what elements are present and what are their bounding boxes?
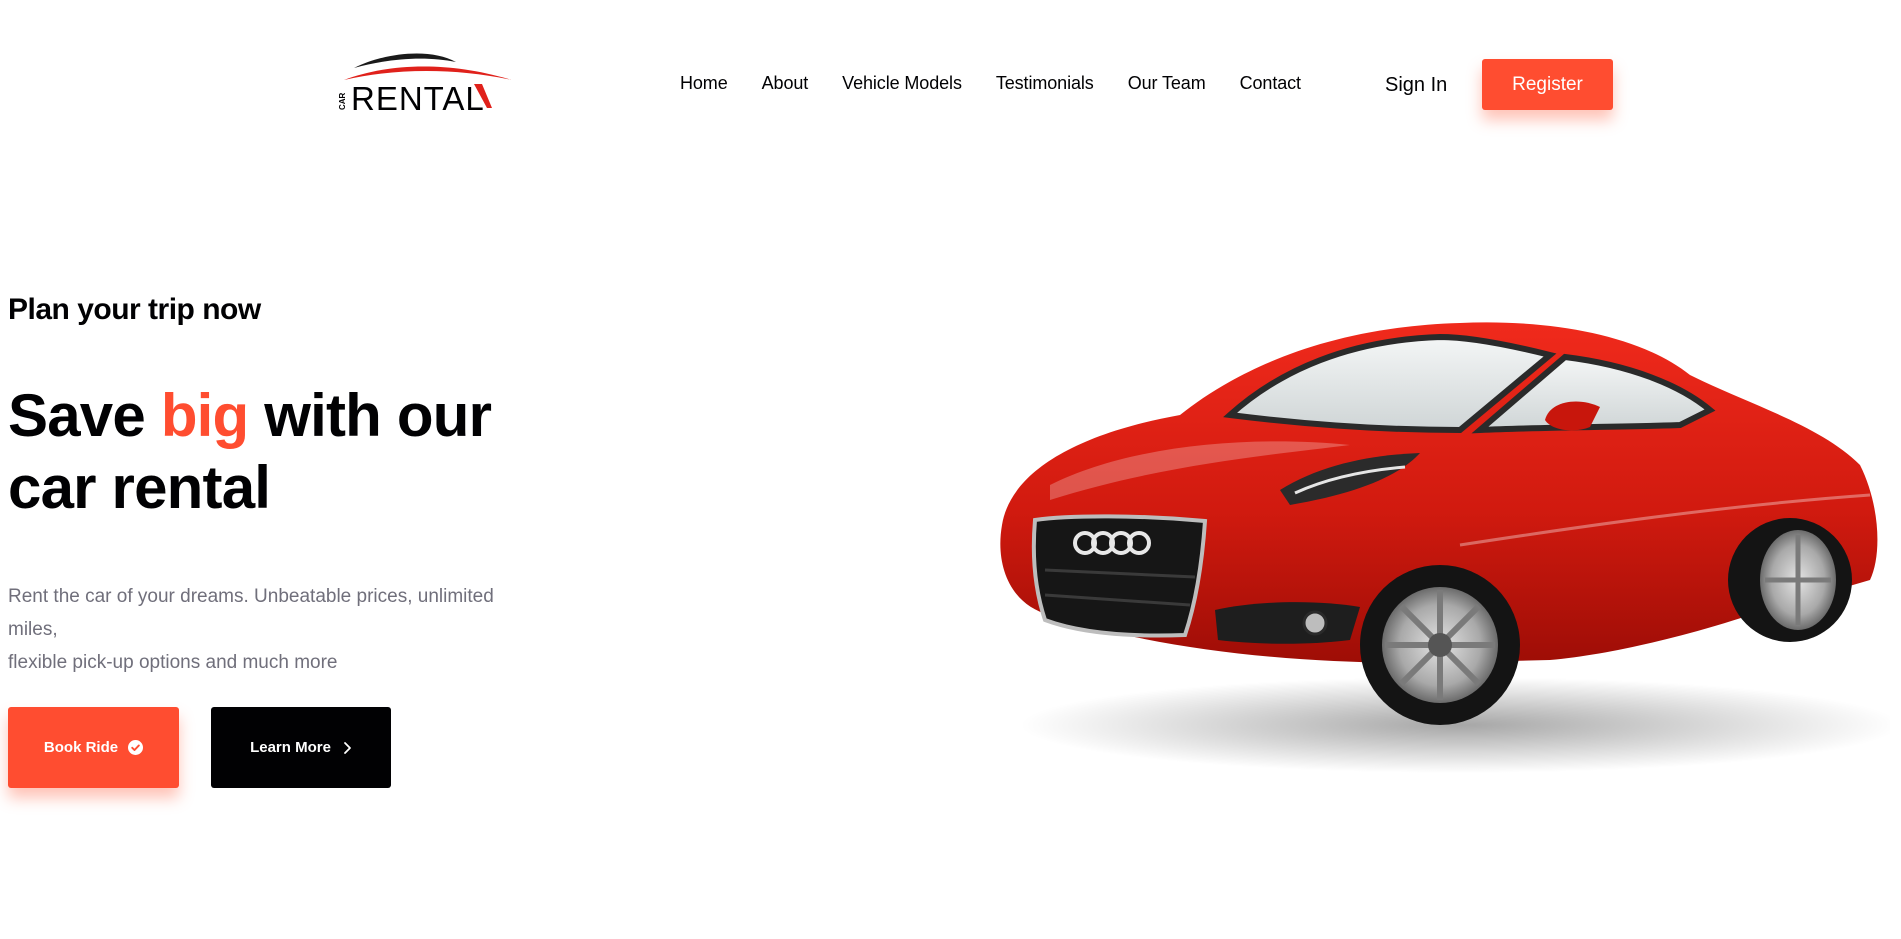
nav-item-about: About bbox=[762, 73, 809, 94]
nav-link-our-team[interactable]: Our Team bbox=[1128, 73, 1206, 93]
logo-main-text: RENTAL bbox=[351, 80, 485, 114]
learn-more-label: Learn More bbox=[250, 739, 331, 756]
car-rental-logo[interactable]: CAR RENTAL bbox=[336, 50, 516, 114]
logo-graphic: CAR RENTAL bbox=[338, 53, 512, 114]
hero-description: Rent the car of your dreams. Unbeatable … bbox=[8, 580, 548, 679]
learn-more-button[interactable]: Learn More bbox=[211, 707, 391, 788]
nav-item-contact: Contact bbox=[1240, 73, 1301, 94]
sign-in-link[interactable]: Sign In bbox=[1385, 74, 1447, 97]
register-button[interactable]: Register bbox=[1482, 59, 1613, 110]
hero-description-line1: Rent the car of your dreams. Unbeatable … bbox=[8, 586, 494, 640]
check-circle-icon bbox=[128, 740, 144, 755]
book-ride-button[interactable]: Book Ride bbox=[8, 707, 179, 788]
nav-link-about[interactable]: About bbox=[762, 73, 809, 93]
nav-link-home[interactable]: Home bbox=[680, 73, 728, 93]
chevron-right-icon bbox=[343, 741, 352, 755]
nav-item-home: Home bbox=[680, 73, 728, 94]
nav-link-contact[interactable]: Contact bbox=[1240, 73, 1301, 93]
hero-description-line2: flexible pick-up options and much more bbox=[8, 652, 338, 673]
book-ride-label: Book Ride bbox=[43, 739, 119, 756]
logo-small-text: CAR bbox=[338, 92, 347, 110]
hero-car-image bbox=[990, 315, 1890, 785]
nav-item-our-team: Our Team bbox=[1128, 73, 1206, 94]
landing-page: CAR RENTAL Home About Vehicle Models Tes… bbox=[0, 0, 1901, 939]
hero-title-part2: with our bbox=[248, 382, 492, 449]
main-nav: Home About Vehicle Models Testimonials O… bbox=[680, 73, 1301, 94]
nav-item-testimonials: Testimonials bbox=[996, 73, 1094, 94]
nav-link-testimonials[interactable]: Testimonials bbox=[996, 73, 1094, 93]
hero-subtitle: Plan your trip now bbox=[8, 293, 261, 326]
hero-title-accent: big bbox=[160, 382, 249, 449]
hero-title-line2: car rental bbox=[8, 454, 271, 521]
hero-title: Save big with our car rental bbox=[8, 380, 528, 524]
nav-item-vehicle-models: Vehicle Models bbox=[842, 73, 962, 94]
nav-link-vehicle-models[interactable]: Vehicle Models bbox=[842, 73, 962, 93]
hero-title-part1: Save bbox=[8, 382, 161, 449]
